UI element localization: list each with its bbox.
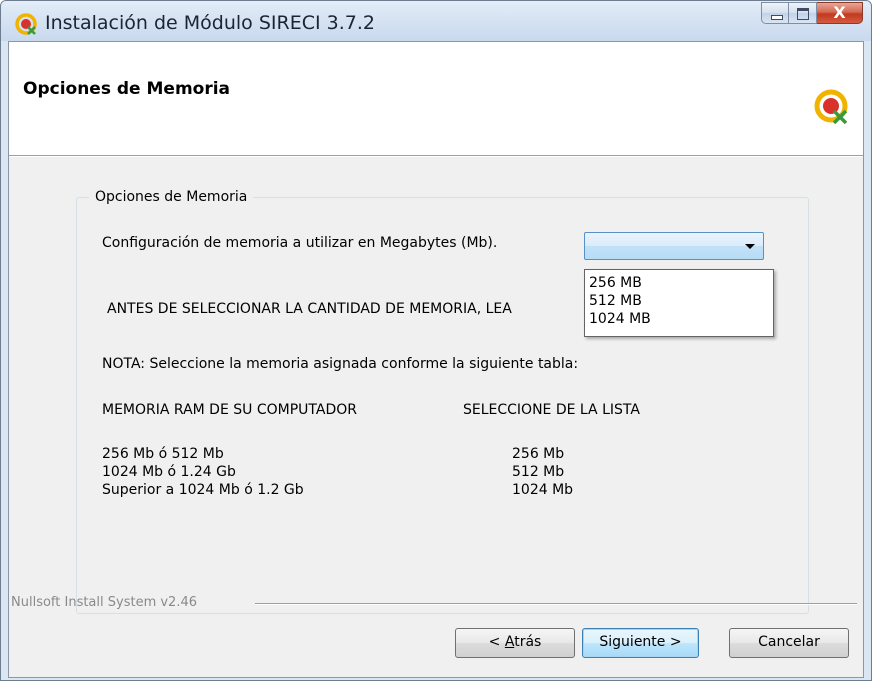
table-cell-ram: 1024 Mb ó 1.24 Gb [102, 464, 236, 480]
branding-divider [255, 603, 857, 605]
dropdown-option-1024[interactable]: 1024 MB [589, 310, 651, 328]
back-button-label: trás [514, 634, 542, 650]
back-button-accelerator: A [504, 634, 515, 650]
next-button-label: Siguiente > [599, 634, 682, 650]
next-button[interactable]: Siguiente > [582, 628, 699, 658]
warning-text: ANTES DE SELECCIONAR LA CANTIDAD DE MEMO… [107, 301, 512, 317]
dialog-body: Opciones de Memoria Opciones de Memoria … [8, 41, 864, 678]
page-header: Opciones de Memoria [9, 42, 863, 156]
title-bar[interactable]: Instalación de Módulo SIRECI 3.7.2 X [1, 1, 871, 41]
chevron-down-icon [745, 244, 755, 249]
maximize-button[interactable] [789, 2, 817, 24]
minimize-icon [771, 15, 783, 20]
cancel-button[interactable]: Cancelar [729, 628, 849, 658]
note-text: NOTA: Seleccione la memoria asignada con… [102, 356, 579, 372]
table-header-select: SELECCIONE DE LA LISTA [463, 402, 640, 418]
installer-window: Instalación de Módulo SIRECI 3.7.2 X Opc… [0, 0, 872, 681]
nsis-branding: Nullsoft Install System v2.46 [11, 595, 198, 610]
config-label: Configuración de memoria a utilizar en M… [102, 235, 498, 251]
page-title: Opciones de Memoria [23, 79, 231, 99]
header-divider [9, 156, 863, 157]
table-cell-select: 256 Mb [512, 446, 565, 462]
maximize-icon [797, 8, 809, 20]
group-legend: Opciones de Memoria [89, 189, 254, 205]
sireci-logo-icon [814, 89, 848, 124]
back-button[interactable]: < Atrás [455, 628, 575, 658]
close-button[interactable]: X [817, 2, 863, 24]
memory-combo[interactable] [584, 232, 764, 260]
memory-dropdown-list: 256 MB 512 MB 1024 MB [584, 269, 774, 337]
sireci-app-icon [15, 13, 37, 35]
table-cell-ram: 256 Mb ó 512 Mb [102, 446, 224, 462]
table-cell-ram: Superior a 1024 Mb ó 1.2 Gb [102, 482, 304, 498]
dropdown-option-256[interactable]: 256 MB [589, 274, 642, 292]
minimize-button[interactable] [761, 2, 789, 24]
back-button-prefix: < [488, 634, 505, 650]
dropdown-option-512[interactable]: 512 MB [589, 292, 642, 310]
table-cell-select: 512 Mb [512, 464, 565, 480]
cancel-button-label: Cancelar [758, 634, 820, 650]
table-header-ram: MEMORIA RAM DE SU COMPUTADOR [102, 402, 357, 418]
window-title: Instalación de Módulo SIRECI 3.7.2 [45, 12, 375, 34]
close-icon: X [833, 3, 846, 22]
table-cell-select: 1024 Mb [512, 482, 574, 498]
window-controls: X [761, 2, 863, 24]
